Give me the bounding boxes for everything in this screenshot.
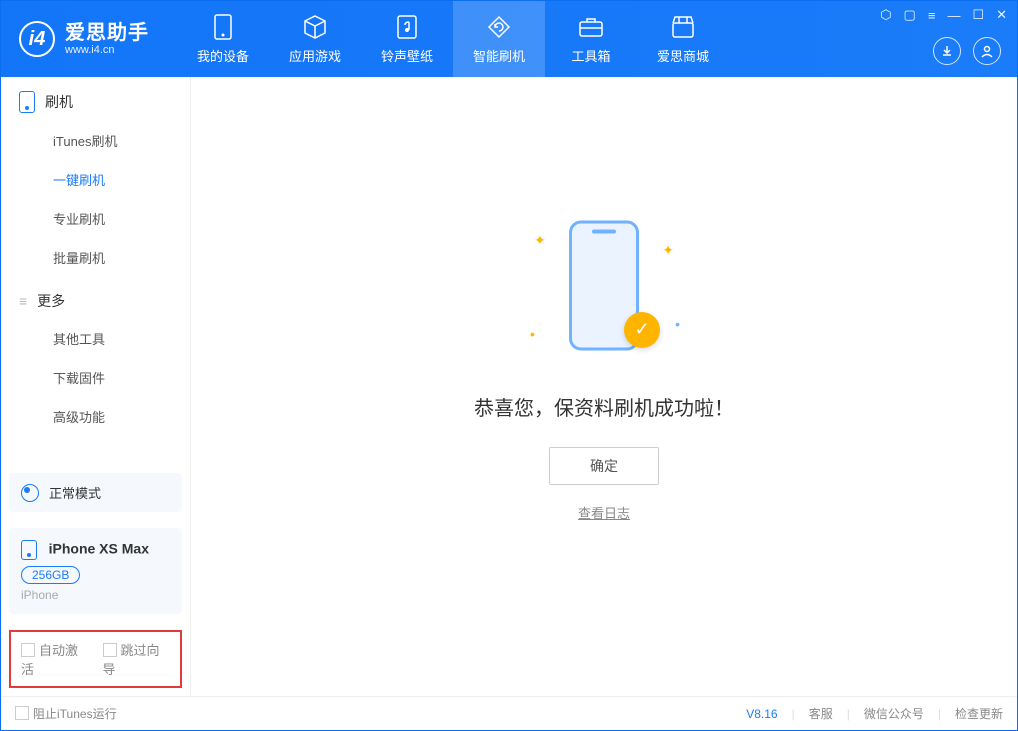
device-icon: [21, 540, 37, 560]
sidebar-item-pro-flash[interactable]: 专业刷机: [1, 199, 190, 238]
nav-label: 铃声壁纸: [381, 46, 433, 65]
block-itunes-checkbox[interactable]: 阻止iTunes运行: [15, 705, 117, 722]
list-icon: ≡: [19, 293, 27, 309]
maximize-button[interactable]: ☐: [972, 7, 984, 23]
ok-button[interactable]: 确定: [549, 447, 659, 485]
sidebar: 刷机 iTunes刷机 一键刷机 专业刷机 批量刷机 ≡ 更多 其他工具 下载固…: [1, 77, 191, 696]
sparkle-icon: ✦: [534, 232, 546, 249]
store-icon: [670, 14, 696, 40]
sidebar-item-itunes-flash[interactable]: iTunes刷机: [1, 121, 190, 160]
refresh-icon: [486, 14, 512, 40]
app-logo: i4 爱思助手 www.i4.cn: [1, 21, 167, 57]
nav-store[interactable]: 爱思商城: [637, 1, 729, 77]
skip-guide-checkbox[interactable]: 跳过向导: [103, 640, 171, 678]
sidebar-item-oneclick-flash[interactable]: 一键刷机: [1, 160, 190, 199]
device-name: iPhone XS Max: [49, 540, 149, 556]
mode-label: 正常模式: [49, 483, 101, 502]
nav-label: 工具箱: [571, 46, 610, 65]
nav-label: 智能刷机: [473, 46, 525, 65]
footer-link-wechat[interactable]: 微信公众号: [864, 705, 924, 722]
nav-ringtones[interactable]: 铃声壁纸: [361, 1, 453, 77]
success-illustration: ✦ ✦ • • ✓: [524, 212, 684, 372]
sidebar-section-more: ≡ 更多: [1, 277, 190, 319]
auto-activate-checkbox[interactable]: 自动激活: [21, 640, 89, 678]
toolbox-icon: [578, 14, 604, 40]
sparkle-icon: ✦: [662, 242, 674, 259]
app-title: 爱思助手: [65, 22, 149, 44]
sidebar-item-download-firmware[interactable]: 下载固件: [1, 358, 190, 397]
footer: 阻止iTunes运行 V8.16 | 客服 | 微信公众号 | 检查更新: [1, 696, 1017, 730]
app-url: www.i4.cn: [65, 44, 149, 56]
cube-icon: [302, 14, 328, 40]
device-card[interactable]: iPhone XS Max 256GB iPhone: [9, 528, 182, 614]
shirt-icon[interactable]: ⬡: [880, 7, 891, 23]
footer-link-update[interactable]: 检查更新: [955, 705, 1003, 722]
phone-icon: [19, 91, 35, 113]
mode-icon: [21, 484, 39, 502]
logo-icon: i4: [19, 21, 55, 57]
nav-label: 爱思商城: [657, 46, 709, 65]
sidebar-item-other-tools[interactable]: 其他工具: [1, 319, 190, 358]
section-title: 更多: [37, 291, 65, 311]
options-highlight: 自动激活 跳过向导: [9, 630, 182, 688]
sparkle-icon: •: [675, 316, 680, 332]
view-log-link[interactable]: 查看日志: [578, 503, 630, 522]
app-header: i4 爱思助手 www.i4.cn 我的设备 应用游戏 铃声壁纸 智能刷机 工具…: [1, 1, 1017, 77]
footer-link-support[interactable]: 客服: [809, 705, 833, 722]
device-type: iPhone: [21, 588, 170, 602]
version-label: V8.16: [746, 707, 777, 721]
nav-smart-flash[interactable]: 智能刷机: [453, 1, 545, 77]
main-content: ✦ ✦ • • ✓ 恭喜您，保资料刷机成功啦！ 确定 查看日志: [191, 77, 1017, 696]
sidebar-item-advanced[interactable]: 高级功能: [1, 397, 190, 436]
device-storage: 256GB: [21, 566, 80, 584]
nav-my-device[interactable]: 我的设备: [177, 1, 269, 77]
header-actions: [933, 37, 1001, 65]
nav-label: 我的设备: [197, 46, 249, 65]
section-title: 刷机: [45, 92, 73, 112]
main-nav: 我的设备 应用游戏 铃声壁纸 智能刷机 工具箱 爱思商城: [177, 1, 729, 77]
check-badge-icon: ✓: [624, 312, 660, 348]
close-button[interactable]: ✕: [996, 7, 1007, 23]
nav-apps-games[interactable]: 应用游戏: [269, 1, 361, 77]
minimize-button[interactable]: —: [947, 8, 960, 23]
download-button[interactable]: [933, 37, 961, 65]
nav-toolbox[interactable]: 工具箱: [545, 1, 637, 77]
feedback-icon[interactable]: ▢: [904, 7, 916, 23]
menu-icon[interactable]: ≡: [928, 8, 936, 23]
window-controls: ⬡ ▢ ≡ — ☐ ✕: [880, 7, 1007, 23]
sidebar-item-batch-flash[interactable]: 批量刷机: [1, 238, 190, 277]
sidebar-section-flash: 刷机: [1, 77, 190, 121]
music-icon: [394, 14, 420, 40]
nav-label: 应用游戏: [289, 46, 341, 65]
sparkle-icon: •: [530, 326, 535, 342]
mode-card[interactable]: 正常模式: [9, 473, 182, 512]
user-button[interactable]: [973, 37, 1001, 65]
device-icon: [210, 14, 236, 40]
success-message: 恭喜您，保资料刷机成功啦！: [474, 392, 734, 421]
